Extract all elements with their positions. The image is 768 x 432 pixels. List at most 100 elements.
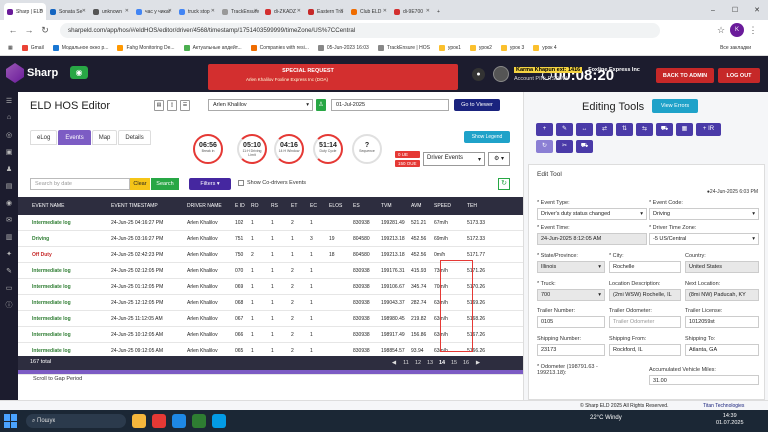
column-header[interactable]: TVM xyxy=(379,203,409,209)
page-link[interactable]: 16 xyxy=(460,358,472,368)
tool-button[interactable]: ⛟ xyxy=(576,140,593,153)
tab-map[interactable]: Map xyxy=(91,130,118,145)
close-icon[interactable]: ✕ xyxy=(125,8,129,14)
doc-icon[interactable]: ▤ xyxy=(154,100,164,111)
refresh-icon[interactable]: ↻ xyxy=(498,178,510,190)
tab-events[interactable]: Events xyxy=(58,130,91,145)
close-icon[interactable]: ✕ xyxy=(211,8,215,14)
bookmark[interactable]: Актуальные апдейт... xyxy=(183,44,242,51)
driver-select[interactable]: Arlen Khalilov xyxy=(208,99,313,111)
maximize-icon[interactable]: ☐ xyxy=(724,0,746,20)
column-header[interactable]: EVENT TIMESTAMP xyxy=(109,203,185,209)
url-field[interactable]: sharpeld.com/app/hos/#/eldHOS/editor/dri… xyxy=(60,22,660,38)
bookmark[interactable]: Fahg Monitoring De... xyxy=(117,44,175,51)
minimize-icon[interactable]: – xyxy=(702,0,724,20)
show-codrivers-checkbox[interactable]: Show Co-drivers Events xyxy=(238,180,306,186)
globe-icon[interactable]: ◎ xyxy=(0,126,18,143)
truck-icon[interactable]: ▣ xyxy=(0,143,18,160)
bookmark[interactable]: 05-Jun-2023 16:03 xyxy=(317,44,369,51)
chat-icon[interactable]: ✉ xyxy=(0,211,18,228)
bookmark[interactable]: урок1 xyxy=(438,44,461,51)
event-type-select[interactable]: Driver's duty status changed xyxy=(537,208,647,220)
browser-tab[interactable]: truck stop ✕ xyxy=(176,3,218,20)
browser-tab[interactable]: di-9E700 ✕ xyxy=(391,3,433,20)
column-header[interactable]: EC xyxy=(308,203,327,209)
gear-icon[interactable]: ⚙ ▾ xyxy=(488,152,510,166)
browser-tab[interactable]: Club ELD ✕ xyxy=(348,3,390,20)
browser-tab[interactable]: Sonata Se ✕ xyxy=(47,3,89,20)
event-type-select[interactable]: Driver Events xyxy=(423,152,485,166)
browser-tab[interactable]: Sharp | ELD ✕ xyxy=(4,3,46,20)
users-icon[interactable]: ♟ xyxy=(0,160,18,177)
bookmark[interactable]: Модальное окно р... xyxy=(52,44,108,51)
wrench-icon[interactable]: ✎ xyxy=(0,262,18,279)
tool-button[interactable]: + IR xyxy=(696,123,721,136)
location-field[interactable]: (2mi WSW) Rochelle, IL xyxy=(609,289,681,301)
browser-tab[interactable]: unknown ✕ xyxy=(90,3,132,20)
column-header[interactable]: E ID xyxy=(233,203,249,209)
page-link[interactable]: 15 xyxy=(448,358,460,368)
page-link[interactable]: 12 xyxy=(412,358,424,368)
sheets-icon[interactable] xyxy=(192,414,206,428)
trailer-license-field[interactable]: 1012059st xyxy=(685,316,759,328)
city-field[interactable]: Rochelle xyxy=(609,261,681,273)
close-icon[interactable]: ✕ xyxy=(340,8,344,14)
bookmark[interactable]: урок 3 xyxy=(500,44,524,51)
shipping-to-field[interactable]: Atlanta, GA xyxy=(685,344,759,356)
back-icon[interactable]: ← xyxy=(6,23,20,37)
close-icon[interactable]: ✕ xyxy=(426,8,430,14)
close-icon[interactable]: ✕ xyxy=(82,8,86,14)
bookmark[interactable]: урок2 xyxy=(469,44,492,51)
column-header[interactable]: EVENT NAME xyxy=(30,203,109,209)
table-row[interactable]: Intermediate log 24-Jun-25 04:16:27 PM Arl… xyxy=(18,215,523,231)
apps-icon[interactable]: ▦ xyxy=(8,45,13,51)
next-location-field[interactable]: (8mi NW) Paducah, KY xyxy=(685,289,759,301)
start-icon[interactable] xyxy=(4,414,18,428)
eye-icon[interactable]: ◉ xyxy=(70,66,88,79)
bell-icon[interactable]: ● xyxy=(472,68,485,81)
search-button[interactable]: Search xyxy=(151,178,179,190)
view-errors-button[interactable]: View Errors xyxy=(652,99,698,113)
document-icon[interactable]: ▭ xyxy=(0,279,18,296)
logout-button[interactable]: LOG OUT xyxy=(718,68,760,83)
tool-button[interactable]: ↻ xyxy=(536,140,553,153)
close-icon[interactable]: ✕ xyxy=(297,8,301,14)
reload-icon[interactable]: ↻ xyxy=(38,23,52,37)
filters-button[interactable]: Filters ▾ xyxy=(189,178,231,190)
avatar[interactable] xyxy=(493,66,509,82)
list-icon[interactable]: ☰ xyxy=(180,100,190,111)
show-legend-button[interactable]: Show Legend xyxy=(464,131,510,143)
event-time-field[interactable]: 24-Jun-2025 8:12:05 AM xyxy=(537,233,647,245)
home-icon[interactable]: ⌂ xyxy=(0,109,18,126)
page-link[interactable]: 13 xyxy=(424,358,436,368)
driver-info-button[interactable]: ♙ xyxy=(316,99,326,111)
tool-button[interactable]: ✎ xyxy=(556,123,573,136)
files-icon[interactable] xyxy=(132,414,146,428)
star-icon[interactable]: ☆ xyxy=(714,23,728,37)
hamburger-icon[interactable]: ☰ xyxy=(0,92,18,109)
close-icon[interactable]: ✕ xyxy=(254,8,258,14)
column-header[interactable]: ET xyxy=(289,203,308,209)
report-icon[interactable]: ▥ xyxy=(0,228,18,245)
page-link[interactable]: ◀ xyxy=(388,358,400,368)
browser-tab[interactable]: Eastern Tra ✕ xyxy=(305,3,347,20)
settings-icon[interactable]: ✦ xyxy=(0,245,18,262)
browser-tab[interactable]: di-ZKADZ ✕ xyxy=(262,3,304,20)
search-input[interactable]: Search by date xyxy=(30,178,130,190)
trailer-field[interactable]: 0105 xyxy=(537,316,605,328)
column-header[interactable]: RO xyxy=(249,203,269,209)
close-icon[interactable]: ✕ xyxy=(383,8,387,14)
accumulated-miles-field[interactable]: 31.00 xyxy=(649,375,759,385)
trailer-odometer-field[interactable]: Trailer Odometer xyxy=(609,316,681,328)
column-header[interactable]: DRIVER NAME xyxy=(185,203,233,209)
tool-button[interactable]: ⇆ xyxy=(636,123,653,136)
close-icon[interactable]: ✕ xyxy=(168,8,172,14)
location-icon[interactable]: ◉ xyxy=(0,194,18,211)
bookmark[interactable]: TrackEnsure | HOS xyxy=(377,44,430,51)
chrome-icon[interactable] xyxy=(152,414,166,428)
tool-button[interactable]: ⛟ xyxy=(656,123,673,136)
tab-elog[interactable]: eLog xyxy=(30,130,58,145)
close-icon[interactable]: ✕ xyxy=(39,8,43,14)
scroll-to-gap-link[interactable]: Scroll to Gap Period xyxy=(33,376,82,382)
bookmark[interactable]: Gmail xyxy=(21,44,44,51)
